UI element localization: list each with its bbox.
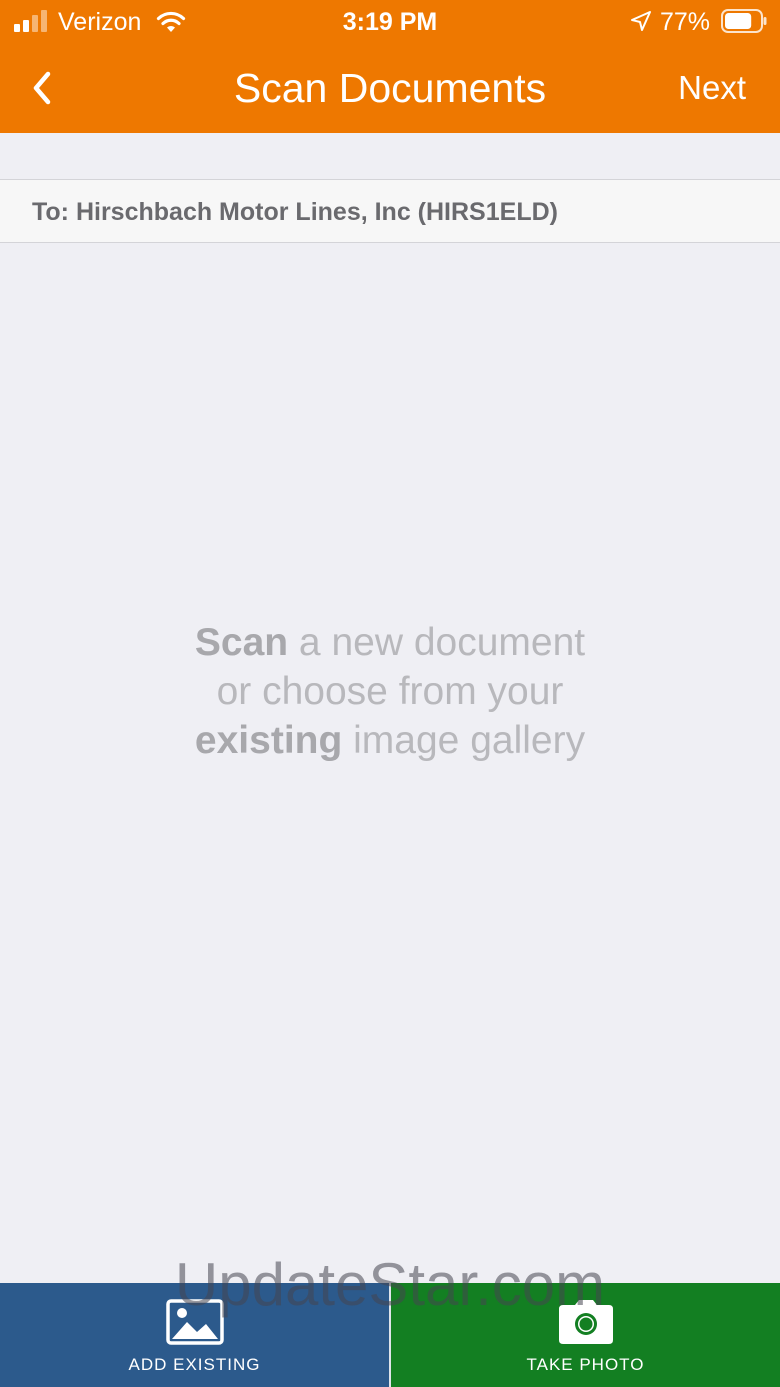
take-photo-button[interactable]: TAKE PHOTO [391, 1283, 780, 1387]
empty-state-line-1: Scan a new document [0, 618, 780, 667]
empty-state-line-3: existing image gallery [0, 716, 780, 765]
add-existing-label: ADD EXISTING [128, 1355, 261, 1374]
app-header: Verizon 3:19 PM 77% Scan Documents Next [0, 0, 780, 133]
empty-state-text: image gallery [342, 719, 586, 762]
status-bar: Verizon 3:19 PM 77% [0, 0, 780, 44]
empty-state-message: Scan a new document or choose from your … [0, 618, 780, 765]
location-arrow-icon [631, 11, 651, 31]
next-button[interactable]: Next [678, 66, 746, 110]
recipient-label: To: Hirschbach Motor Lines, Inc (HIRS1EL… [32, 198, 558, 226]
take-photo-label: TAKE PHOTO [526, 1355, 645, 1374]
add-existing-button[interactable]: ADD EXISTING [0, 1283, 389, 1387]
bottom-action-bar: ADD EXISTING TAKE PHOTO [0, 1283, 780, 1387]
recipient-bar: To: Hirschbach Motor Lines, Inc (HIRS1EL… [0, 179, 780, 243]
empty-state-text: a new document [288, 621, 586, 664]
nav-bar: Scan Documents Next [0, 44, 780, 133]
empty-state-emphasis-scan: Scan [194, 621, 289, 664]
empty-state-line-2: or choose from your [216, 670, 564, 713]
battery-icon [721, 9, 767, 33]
empty-state-emphasis-existing: existing [194, 719, 343, 762]
battery-level-fill [725, 13, 752, 29]
battery-percent: 77% [660, 8, 711, 36]
page-title: Scan Documents [233, 65, 547, 111]
image-gallery-icon [165, 1299, 224, 1345]
camera-icon [558, 1300, 613, 1344]
